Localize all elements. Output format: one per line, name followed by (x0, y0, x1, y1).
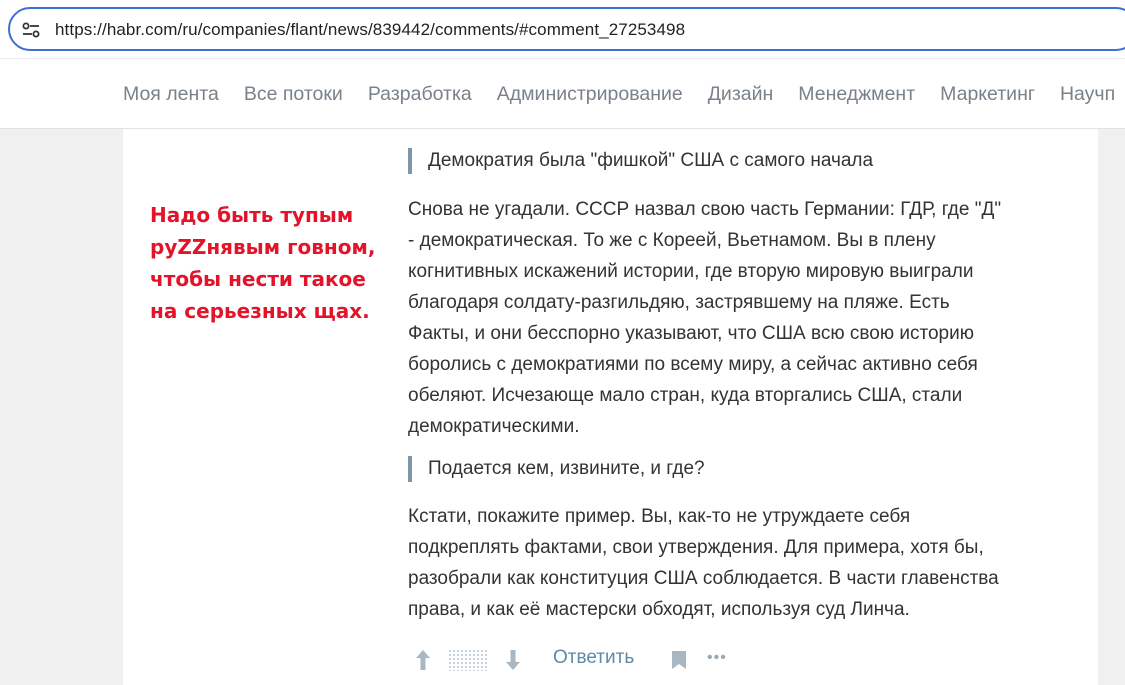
nav-list: Моя лента Все потоки Разработка Админист… (123, 83, 1115, 106)
paragraph-line: боролись с демократиями по всему миру, а… (408, 354, 978, 375)
hubs-navigation: Моя лента Все потоки Разработка Админист… (0, 58, 1125, 129)
paragraph-line: Кстати, покажите пример. Вы, как-то не у… (408, 506, 911, 527)
blockquote-1: Демократия была "фишкой" США с самого на… (408, 148, 873, 174)
url-text[interactable]: https://habr.com/ru/companies/flant/news… (55, 20, 685, 40)
paragraph-line: Снова не угадали. СССР назвал свою часть… (408, 199, 1002, 220)
paragraph-line: благодаря солдату-разгильдяю, застрявшем… (408, 292, 950, 313)
bookmark-icon[interactable] (671, 650, 687, 670)
comment-actions: Ответить ••• (412, 646, 742, 674)
paragraph-line: Факты, и они бесспорно указывают, что СШ… (408, 323, 974, 344)
address-bar[interactable]: https://habr.com/ru/companies/flant/news… (8, 7, 1125, 51)
paragraph-line: права, и как её мастерски обходят, испол… (408, 599, 910, 620)
nav-item-marketing[interactable]: Маркетинг (940, 83, 1035, 106)
comment-paragraph-2: Кстати, покажите пример. Вы, как-то не у… (408, 501, 1088, 625)
nav-item-design[interactable]: Дизайн (708, 83, 774, 106)
nav-item-my-feed[interactable]: Моя лента (123, 83, 219, 106)
paragraph-line: демократическими. (408, 416, 580, 437)
red-annotation: Надо быть тупым руZZнявым говном, чтобы … (150, 199, 400, 327)
arrow-up-icon[interactable] (414, 648, 432, 672)
paragraph-line: подкреплять фактами, свои утверждения. Д… (408, 537, 984, 558)
paragraph-line: разобрали как конституция США соблюдаетс… (408, 568, 999, 589)
annotation-line: на серьезных щах. (150, 299, 370, 323)
paragraph-line: - демократическая. То же с Кореей, Вьетн… (408, 230, 936, 251)
browser-toolbar: https://habr.com/ru/companies/flant/news… (0, 0, 1125, 58)
nav-item-development[interactable]: Разработка (368, 83, 472, 106)
annotation-line: руZZнявым говном, (150, 235, 376, 259)
comment-paragraph-1: Снова не угадали. СССР назвал свою часть… (408, 194, 1088, 442)
annotation-line: чтобы нести такое (150, 267, 366, 291)
reply-button[interactable]: Ответить (553, 647, 634, 669)
annotation-line: Надо быть тупым (150, 203, 354, 227)
arrow-down-icon[interactable] (504, 648, 522, 672)
paragraph-line: обеляют. Исчезающе мало стран, куда втор… (408, 385, 963, 406)
paragraph-line: когнитивных искажений истории, где втору… (408, 261, 974, 282)
nav-item-administration[interactable]: Администрирование (497, 83, 683, 106)
site-settings-icon[interactable] (20, 19, 42, 41)
nav-item-management[interactable]: Менеджмент (798, 83, 915, 106)
nav-item-science[interactable]: Научп (1060, 83, 1115, 106)
blockquote-2: Подается кем, извините, и где? (408, 456, 705, 482)
rating-score-hidden (448, 649, 488, 671)
nav-item-all-streams[interactable]: Все потоки (244, 83, 343, 106)
more-options-button[interactable]: ••• (707, 649, 727, 667)
